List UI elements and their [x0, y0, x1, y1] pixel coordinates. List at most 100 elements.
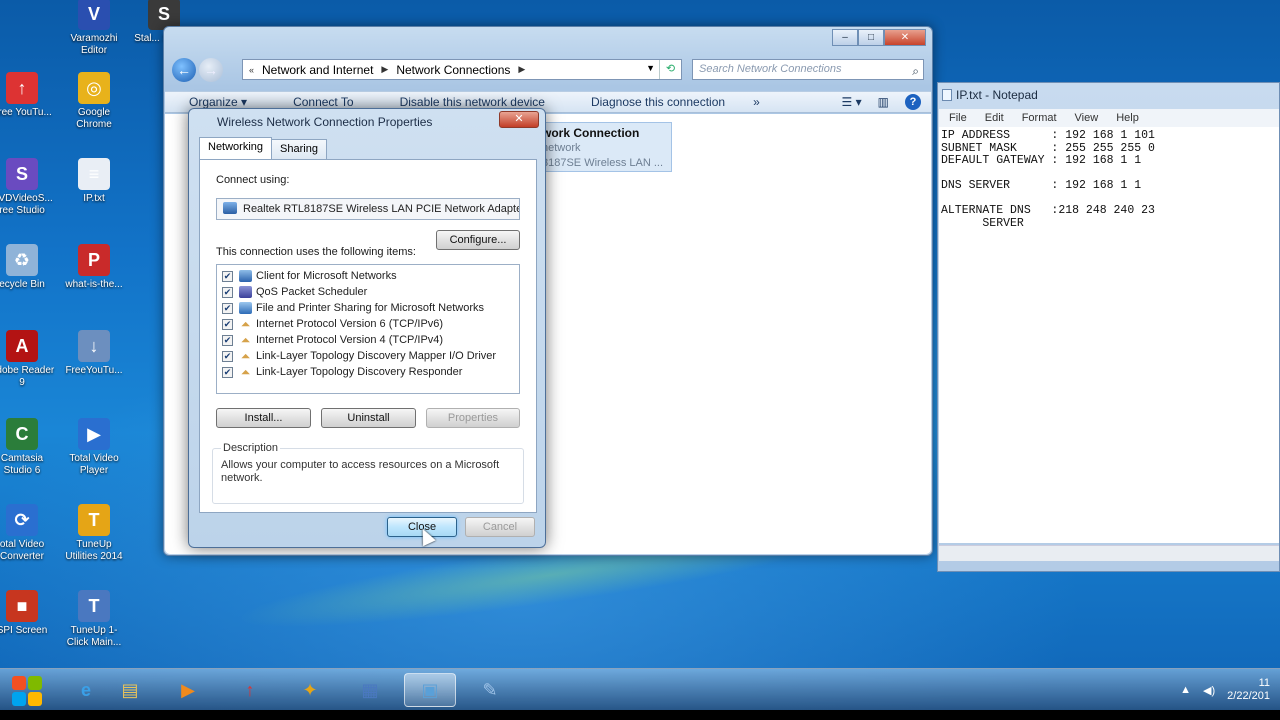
- taskbar-media-player[interactable]: ▶: [162, 673, 214, 707]
- list-item[interactable]: ✔ ⏶ Internet Protocol Version 6 (TCP/IPv6): [217, 316, 519, 332]
- list-item[interactable]: ✔ QoS Packet Scheduler: [217, 284, 519, 300]
- desktop-icon-total-video-player[interactable]: ▶ Total Video Player: [60, 418, 128, 477]
- tab-sharing[interactable]: Sharing: [271, 139, 327, 159]
- breadcrumb-chevron-icon: «: [249, 64, 255, 75]
- checkbox[interactable]: ✔: [222, 302, 233, 314]
- desktop-icon-ip-txt[interactable]: ≡ IP.txt: [60, 158, 128, 205]
- list-item[interactable]: ✔ ⏶ Link-Layer Topology Discovery Responde…: [217, 364, 519, 380]
- item-label: File and Printer Sharing for Microsoft N…: [256, 302, 485, 314]
- taskbar-file-explorer[interactable]: ▤: [104, 673, 156, 707]
- desktop-icon-google-chrome[interactable]: ◎ Google Chrome: [60, 72, 128, 131]
- item-label: Internet Protocol Version 6 (TCP/IPv6): [256, 318, 444, 330]
- taskbar-notepad-task[interactable]: ✎: [464, 673, 516, 707]
- uninstall-button[interactable]: Uninstall: [321, 408, 416, 428]
- menu-format[interactable]: Format: [1022, 109, 1057, 127]
- proto-icon: ⏶: [240, 333, 251, 347]
- taskbar-network-connections-task[interactable]: ▣: [404, 673, 456, 707]
- checkbox[interactable]: ✔: [222, 334, 233, 346]
- view-options-icon[interactable]: ☰ ▾: [842, 95, 862, 109]
- forward-arrow-icon[interactable]: →: [199, 58, 223, 82]
- items-label: This connection uses the following items…: [216, 246, 416, 258]
- checkbox[interactable]: ✔: [222, 318, 233, 330]
- adapter-field: Realtek RTL8187SE Wireless LAN PCIE Netw…: [216, 198, 520, 220]
- address-dropdown-icon[interactable]: ▼: [646, 63, 655, 73]
- volume-icon[interactable]: ◀): [1203, 684, 1215, 697]
- desktop-icon-varamozhi-editor[interactable]: V Varamozhi Editor: [60, 0, 128, 57]
- maximize-button[interactable]: □: [858, 29, 884, 46]
- recycle-bin-icon: ♻: [6, 244, 38, 276]
- disable-device-button[interactable]: Disable this network device: [376, 95, 567, 109]
- connect-to-button[interactable]: Connect To: [269, 95, 376, 109]
- desktop-icon-label: FreeYouTu...: [65, 365, 123, 376]
- desktop-icon-dvdvideosoft-studio[interactable]: S DVDVideoS... ree Studio: [0, 158, 56, 217]
- wireless-connection-tile[interactable]: work Connection network 8187SE Wireless …: [535, 122, 672, 172]
- clock[interactable]: 11 2/22/201: [1227, 677, 1270, 703]
- checkbox[interactable]: ✔: [222, 270, 233, 282]
- menu-help[interactable]: Help: [1116, 109, 1139, 127]
- taskbar-free-youtube-task[interactable]: ↑: [224, 673, 276, 707]
- taskbar-control-panel[interactable]: ▦: [344, 673, 396, 707]
- preview-pane-icon[interactable]: ▥: [878, 95, 889, 109]
- desktop-icon-tuneup-utilities[interactable]: T TuneUp Utilities 2014: [60, 504, 128, 563]
- desktop-icon-adobe-reader[interactable]: A Adobe Reader 9: [0, 330, 56, 389]
- desktop-icon-freeyoutube-2[interactable]: ↓ FreeYouTu...: [60, 330, 128, 377]
- properties-button[interactable]: Properties: [426, 408, 520, 428]
- network-adapter-icon: [223, 202, 237, 214]
- dialog-title: Wireless Network Connection Properties: [217, 115, 433, 129]
- refresh-icon[interactable]: ⟲: [659, 60, 681, 79]
- cancel-button[interactable]: Cancel: [465, 517, 535, 537]
- help-icon[interactable]: ?: [905, 94, 921, 110]
- system-tray: ▲ ◀) 11 2/22/201: [1180, 677, 1270, 703]
- desktop-icon-what-is-the-pdf[interactable]: Pwhat-is-the...: [60, 244, 128, 291]
- proto-icon: ⏶: [240, 365, 251, 379]
- horizontal-scrollbar[interactable]: [939, 545, 1279, 561]
- desktop-icon-tuneup-1click[interactable]: T TuneUp 1-Click Main...: [60, 590, 128, 649]
- menu-view[interactable]: View: [1075, 109, 1099, 127]
- checkbox[interactable]: ✔: [222, 366, 233, 378]
- minimize-button[interactable]: –: [832, 29, 858, 46]
- desktop-icon-label: otal Video Converter: [0, 539, 45, 562]
- desktop-icon-spi-screen[interactable]: ■ SPI Screen: [0, 590, 56, 637]
- list-item[interactable]: ✔ ⏶ Link-Layer Topology Discovery Mapper I…: [217, 348, 519, 364]
- desktop-icon-free-youtube[interactable]: ↑ Free YouTu...: [0, 72, 56, 119]
- configure-button[interactable]: Configure...: [436, 230, 520, 250]
- desktop-icon-label: ecycle Bin: [0, 279, 45, 290]
- menu-file[interactable]: File: [949, 109, 967, 127]
- adapter-name: Realtek RTL8187SE Wireless LAN PCIE Netw…: [243, 203, 520, 215]
- google-chrome-icon: ◎: [78, 72, 110, 104]
- taskbar-tuneup-task[interactable]: ✦: [284, 673, 336, 707]
- breadcrumb-network-and-internet[interactable]: Network and Internet: [262, 63, 373, 77]
- dialog-close-button[interactable]: ✕: [499, 111, 539, 128]
- search-icon[interactable]: ⌕: [912, 62, 919, 81]
- desktop-icon-total-video-converter[interactable]: ⟳ otal Video Converter: [0, 504, 56, 563]
- list-item[interactable]: ✔ Client for Microsoft Networks: [217, 268, 519, 284]
- back-arrow-icon[interactable]: ←: [172, 58, 196, 82]
- address-bar[interactable]: « Network and Internet ▶ Network Connect…: [242, 59, 682, 80]
- install-button[interactable]: Install...: [216, 408, 311, 428]
- tray-expand-icon[interactable]: ▲: [1180, 684, 1191, 696]
- desktop-icon-recycle-bin[interactable]: ♻ ecycle Bin: [0, 244, 56, 291]
- start-logo-green: [28, 676, 42, 690]
- screen-border: [0, 710, 1280, 720]
- connect-using-label: Connect using:: [216, 174, 290, 186]
- notepad-text-area[interactable]: IP ADDRESS : 192 168 1 101 SUBNET MASK :…: [939, 127, 1279, 543]
- checkbox[interactable]: ✔: [222, 350, 233, 362]
- checkbox[interactable]: ✔: [222, 286, 233, 298]
- camtasia-studio-icon: C: [6, 418, 38, 450]
- desktop-icon-camtasia-studio[interactable]: C Camtasia Studio 6: [0, 418, 56, 477]
- desktop-icon-label: TuneUp Utilities 2014: [65, 539, 123, 562]
- tab-networking[interactable]: Networking: [199, 137, 273, 159]
- diagnose-connection-button[interactable]: Diagnose this connection: [567, 95, 747, 109]
- menu-edit[interactable]: Edit: [985, 109, 1004, 127]
- clock-time: 11: [1258, 677, 1270, 689]
- description-group: Description Allows your computer to acce…: [212, 442, 524, 504]
- desktop-icon-label: DVDVideoS... ree Studio: [0, 193, 53, 216]
- more-commands-button[interactable]: »: [753, 95, 760, 109]
- breadcrumb-network-connections[interactable]: Network Connections: [396, 63, 510, 77]
- list-item[interactable]: ✔ File and Printer Sharing for Microsoft …: [217, 300, 519, 316]
- list-item[interactable]: ✔ ⏶ Internet Protocol Version 4 (TCP/IPv4): [217, 332, 519, 348]
- search-input[interactable]: Search Network Connections ⌕: [692, 59, 924, 80]
- organize-button[interactable]: Organize ▾: [165, 95, 269, 109]
- start-button[interactable]: [2, 671, 56, 709]
- close-button[interactable]: ✕: [884, 29, 926, 46]
